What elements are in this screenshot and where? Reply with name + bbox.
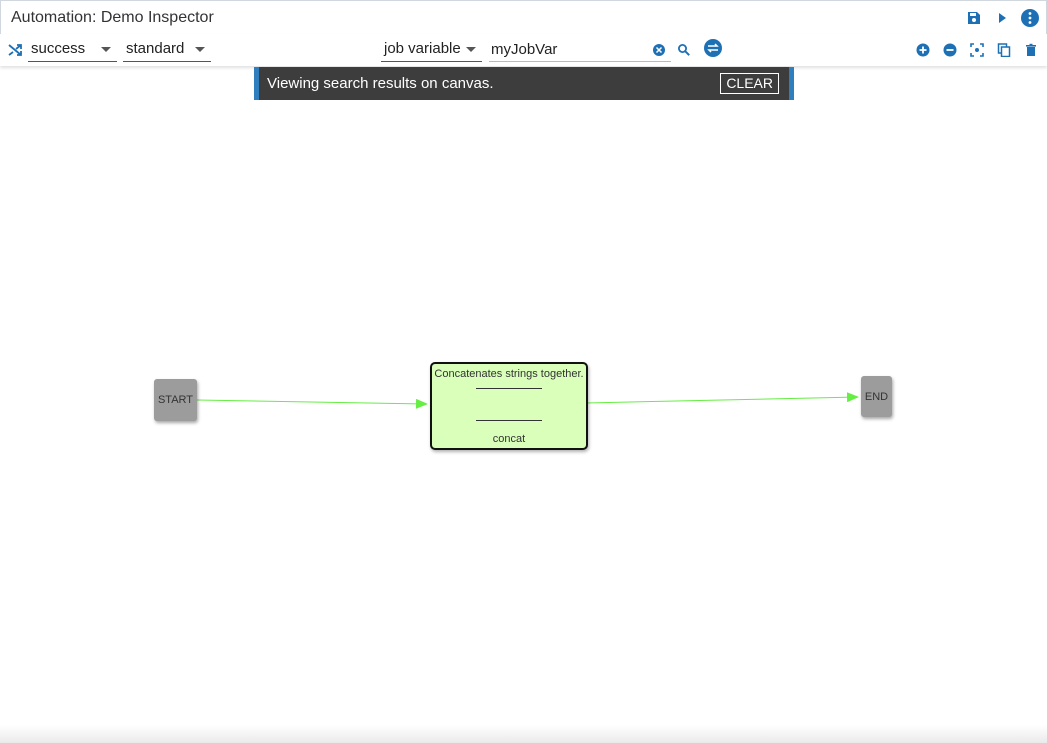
edge-start-to-concat <box>196 398 428 409</box>
edge-concat-to-end <box>585 392 859 404</box>
task-description: Concatenates strings together. <box>434 368 584 380</box>
task-name: concat <box>492 433 526 445</box>
start-node-label: START <box>157 394 194 406</box>
start-node[interactable]: START <box>154 379 197 421</box>
end-node[interactable]: END <box>861 376 892 417</box>
task-divider <box>476 388 542 389</box>
task-divider <box>476 420 542 421</box>
task-node-concat[interactable]: Concatenates strings together. concat <box>430 362 588 450</box>
end-node-label: END <box>864 390 889 403</box>
canvas-bottom-shade <box>0 725 1047 743</box>
